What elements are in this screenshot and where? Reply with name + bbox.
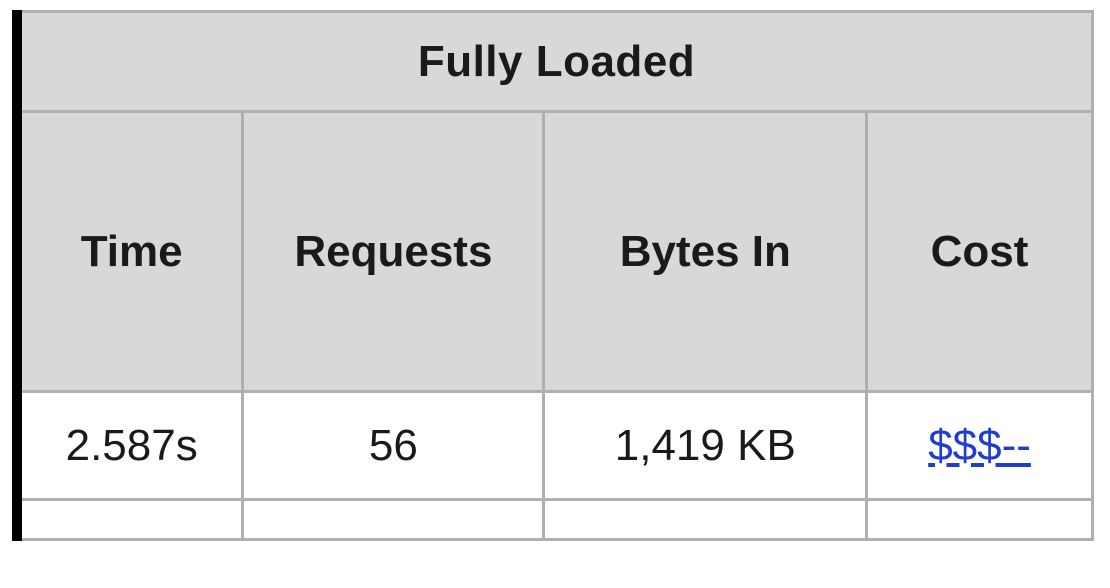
col-header-time: Time	[17, 112, 243, 392]
cell-bytes-in: 1,419 KB	[544, 392, 867, 500]
table-header-row: Time Requests Bytes In Cost	[17, 112, 1093, 392]
cell-cost: $$$--	[867, 392, 1093, 500]
cell-time: 2.587s	[17, 392, 243, 500]
fully-loaded-table: Fully Loaded Time Requests Bytes In Cost…	[12, 10, 1094, 541]
cell-empty	[867, 500, 1093, 540]
cost-link[interactable]: $$$--	[928, 421, 1031, 470]
cell-empty	[17, 500, 243, 540]
table-row	[17, 500, 1093, 540]
col-header-cost: Cost	[867, 112, 1093, 392]
col-header-bytes-in: Bytes In	[544, 112, 867, 392]
table-title: Fully Loaded	[17, 12, 1093, 112]
col-header-requests: Requests	[243, 112, 544, 392]
cell-empty	[243, 500, 544, 540]
cell-requests: 56	[243, 392, 544, 500]
table-row: 2.587s 56 1,419 KB $$$--	[17, 392, 1093, 500]
cell-empty	[544, 500, 867, 540]
